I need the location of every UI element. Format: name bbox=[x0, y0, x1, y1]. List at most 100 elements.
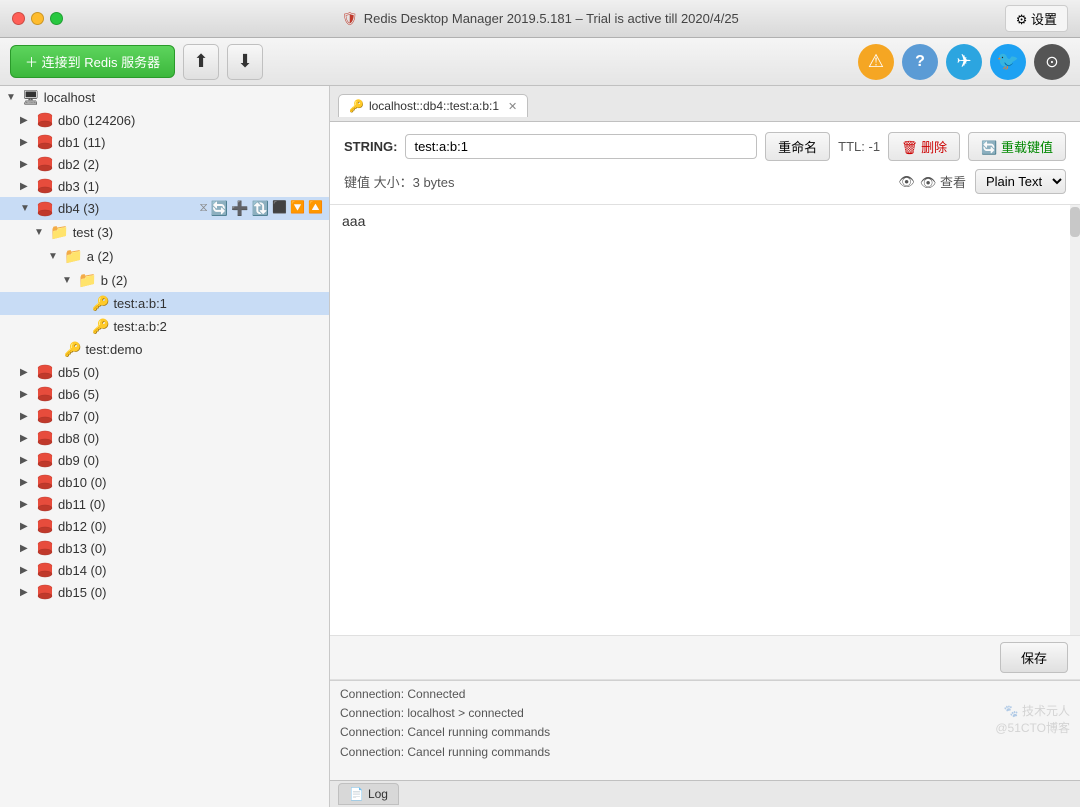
value-text: aaa bbox=[342, 213, 365, 229]
reload-button[interactable]: 🔄 重载键值 bbox=[968, 132, 1066, 161]
arrow-icon: ▶ bbox=[20, 411, 32, 422]
telegram-icon: ✈ bbox=[956, 51, 971, 72]
db6-label: db6 (5) bbox=[58, 387, 323, 402]
sync-icon[interactable]: 🔃 bbox=[252, 200, 269, 217]
main-layout: ▼ 🖥 localhost ▶ db0 (124206) ▶ bbox=[0, 86, 1080, 807]
db-icon bbox=[36, 584, 54, 600]
arrow-icon: ▶ bbox=[20, 477, 32, 488]
sidebar-item-db3[interactable]: ▶ db3 (1) bbox=[0, 175, 329, 197]
save-button[interactable]: 保存 bbox=[1000, 642, 1068, 673]
sidebar-item-db7[interactable]: ▶ db7 (0) bbox=[0, 405, 329, 427]
db-icon bbox=[36, 408, 54, 424]
sidebar-item-db1[interactable]: ▶ db1 (11) bbox=[0, 131, 329, 153]
sidebar-item-db0[interactable]: ▶ db0 (124206) bbox=[0, 109, 329, 131]
b-folder-label: b (2) bbox=[101, 273, 323, 288]
delete-button[interactable]: 🗑 删除 bbox=[888, 132, 960, 161]
warning-button[interactable]: ⚠ bbox=[858, 44, 894, 80]
arrow-icon: ▶ bbox=[20, 499, 32, 510]
db-icon bbox=[36, 364, 54, 380]
minimize-button[interactable] bbox=[31, 12, 44, 25]
terminal-icon[interactable]: ⬛ bbox=[272, 200, 287, 217]
view-label-area: 👁 👁 查看 Plain Text HEX JSON Binary bbox=[898, 169, 1066, 194]
twitter-icon: 🐦 bbox=[997, 51, 1019, 72]
sidebar-item-key-test-a-b-1[interactable]: ▶ 🔑 test:a:b:1 bbox=[0, 292, 329, 315]
key1-label: test:a:b:1 bbox=[113, 296, 323, 311]
sidebar-item-key-test-a-b-2[interactable]: ▶ 🔑 test:a:b:2 bbox=[0, 315, 329, 338]
tab-bar: 🔑 localhost::db4::test:a:b:1 ✕ bbox=[330, 86, 1080, 122]
key-name-row: STRING: 重命名 TTL: -1 🗑 删除 🔄 重载键值 bbox=[344, 132, 1066, 161]
sidebar-item-db13[interactable]: ▶ db13 (0) bbox=[0, 537, 329, 559]
arrow-icon: ▼ bbox=[62, 275, 74, 286]
key-name-input[interactable] bbox=[405, 134, 757, 159]
arrow-icon: ▶ bbox=[20, 455, 32, 466]
help-button[interactable]: ? bbox=[902, 44, 938, 80]
close-button[interactable] bbox=[12, 12, 25, 25]
telegram-button[interactable]: ✈ bbox=[946, 44, 982, 80]
refresh-icon[interactable]: 🔄 bbox=[211, 200, 228, 217]
monitor-icon: 🖥 bbox=[22, 89, 40, 106]
key2-label: test:a:b:2 bbox=[113, 319, 323, 334]
arrow-icon: ▶ bbox=[20, 521, 32, 532]
sidebar-item-key-test-demo[interactable]: ▶ 🔑 test:demo bbox=[0, 338, 329, 361]
connect-button[interactable]: ＋ 连接到 Redis 服务器 bbox=[10, 45, 175, 78]
twitter-button[interactable]: 🐦 bbox=[990, 44, 1026, 80]
db8-label: db8 (0) bbox=[58, 431, 323, 446]
sort-up-icon[interactable]: 🔼 bbox=[308, 200, 323, 217]
localhost-label: localhost bbox=[44, 90, 323, 105]
sidebar-item-db14[interactable]: ▶ db14 (0) bbox=[0, 559, 329, 581]
settings-button[interactable]: ⚙ 设置 bbox=[1005, 5, 1068, 32]
sidebar-item-db15[interactable]: ▶ db15 (0) bbox=[0, 581, 329, 603]
sidebar-item-db10[interactable]: ▶ db10 (0) bbox=[0, 471, 329, 493]
log-line-3: Connection: Cancel running commands bbox=[340, 723, 1070, 742]
tab-label: localhost::db4::test:a:b:1 bbox=[369, 99, 499, 113]
sidebar-item-test-folder[interactable]: ▼ 📁 test (3) bbox=[0, 220, 329, 244]
rename-button[interactable]: 重命名 bbox=[765, 132, 830, 161]
tab-key-icon: 🔑 bbox=[349, 99, 364, 113]
key-size-label: 键值 大小：3 bytes bbox=[344, 172, 455, 191]
db-icon bbox=[36, 386, 54, 402]
sidebar-item-db12[interactable]: ▶ db12 (0) bbox=[0, 515, 329, 537]
log-tab-icon: 📄 bbox=[349, 787, 364, 801]
arrow-icon: ▶ bbox=[20, 137, 32, 148]
upload-button[interactable]: ⬆ bbox=[183, 44, 219, 80]
sidebar-item-db2[interactable]: ▶ db2 (2) bbox=[0, 153, 329, 175]
db-icon bbox=[36, 496, 54, 512]
github-button[interactable]: ⊙ bbox=[1034, 44, 1070, 80]
sidebar-item-db9[interactable]: ▶ db9 (0) bbox=[0, 449, 329, 471]
scrollbar-track[interactable] bbox=[1070, 205, 1080, 635]
demo-label: test:demo bbox=[85, 342, 323, 357]
sidebar-item-db4[interactable]: ▼ db4 (3) ⧖ 🔄 ➕ 🔃 ⬛ 🔽 🔼 bbox=[0, 197, 329, 220]
db-icon bbox=[36, 201, 54, 217]
sidebar-item-db6[interactable]: ▶ db6 (5) bbox=[0, 383, 329, 405]
sidebar-item-db5[interactable]: ▶ db5 (0) bbox=[0, 361, 329, 383]
arrow-icon: ▶ bbox=[20, 543, 32, 554]
sidebar-item-a-folder[interactable]: ▼ 📁 a (2) bbox=[0, 244, 329, 268]
key-icon: 🔑 bbox=[92, 318, 109, 335]
right-panel: 🔑 localhost::db4::test:a:b:1 ✕ STRING: 重… bbox=[330, 86, 1080, 807]
value-area[interactable]: aaa bbox=[330, 205, 1080, 636]
sidebar-item-localhost[interactable]: ▼ 🖥 localhost bbox=[0, 86, 329, 109]
arrow-icon: ▶ bbox=[20, 389, 32, 400]
db2-label: db2 (2) bbox=[58, 157, 323, 172]
sort-down-icon[interactable]: 🔽 bbox=[290, 200, 305, 217]
tab-close-button[interactable]: ✕ bbox=[508, 100, 517, 113]
arrow-icon: ▶ bbox=[20, 115, 32, 126]
arrow-icon: ▼ bbox=[34, 227, 46, 238]
sidebar-item-db11[interactable]: ▶ db11 (0) bbox=[0, 493, 329, 515]
view-format-select[interactable]: Plain Text HEX JSON Binary bbox=[975, 169, 1066, 194]
db-icon bbox=[36, 452, 54, 468]
sidebar-item-db8[interactable]: ▶ db8 (0) bbox=[0, 427, 329, 449]
filter-icon[interactable]: ⧖ bbox=[199, 200, 207, 217]
warning-icon: ⚠ bbox=[868, 51, 884, 72]
sidebar-item-b-folder[interactable]: ▼ 📁 b (2) bbox=[0, 268, 329, 292]
scrollbar-thumb[interactable] bbox=[1070, 207, 1080, 237]
download-button[interactable]: ⬇ bbox=[227, 44, 263, 80]
key-icon: 🔑 bbox=[64, 341, 81, 358]
db13-label: db13 (0) bbox=[58, 541, 323, 556]
folder-icon: 📁 bbox=[64, 247, 83, 265]
db4-toolbar: ⧖ 🔄 ➕ 🔃 ⬛ 🔽 🔼 bbox=[199, 200, 323, 217]
key-tab[interactable]: 🔑 localhost::db4::test:a:b:1 ✕ bbox=[338, 94, 528, 117]
maximize-button[interactable] bbox=[50, 12, 63, 25]
log-tab[interactable]: 📄 Log bbox=[338, 783, 399, 805]
add-key-icon[interactable]: ➕ bbox=[231, 200, 248, 217]
